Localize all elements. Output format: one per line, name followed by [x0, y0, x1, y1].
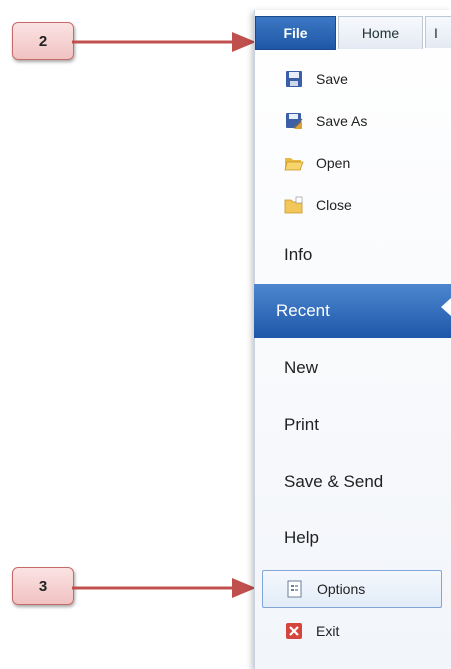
- nav-info[interactable]: Info: [262, 233, 451, 277]
- arrow-to-options: [72, 578, 256, 598]
- menu-exit[interactable]: Exit: [262, 614, 442, 648]
- step-3-callout: 3: [12, 567, 74, 605]
- step-2-callout: 2: [12, 22, 74, 60]
- menu-open[interactable]: Open: [262, 146, 442, 180]
- step-2-label: 2: [38, 32, 48, 50]
- ribbon-tabs: File Home I: [254, 14, 451, 50]
- tab-file[interactable]: File: [255, 16, 336, 50]
- nav-new[interactable]: New: [262, 346, 451, 390]
- step-3-label: 3: [38, 577, 48, 595]
- selected-indicator: [441, 298, 451, 316]
- menu-exit-label: Exit: [316, 623, 340, 639]
- tab-insert-partial[interactable]: I: [425, 16, 451, 48]
- nav-save-send[interactable]: Save & Send: [262, 460, 451, 504]
- nav-print[interactable]: Print: [262, 403, 451, 447]
- save-as-icon: [284, 111, 304, 131]
- options-icon: [285, 579, 305, 599]
- close-folder-icon: [284, 195, 304, 215]
- menu-close-label: Close: [316, 197, 352, 213]
- nav-help[interactable]: Help: [262, 516, 451, 560]
- menu-options-label: Options: [317, 581, 366, 597]
- menu-open-label: Open: [316, 155, 351, 171]
- save-icon: [284, 69, 304, 89]
- tab-home[interactable]: Home: [338, 16, 423, 49]
- arrow-to-file-tab: [72, 32, 256, 52]
- menu-options[interactable]: Options: [262, 570, 442, 608]
- menu-save-as-label: Save As: [316, 113, 368, 129]
- menu-close[interactable]: Close: [262, 188, 442, 222]
- exit-icon: [284, 621, 304, 641]
- menu-save-label: Save: [316, 71, 348, 87]
- menu-save[interactable]: Save: [262, 62, 442, 96]
- open-folder-icon: [284, 153, 304, 173]
- nav-recent[interactable]: Recent: [254, 284, 451, 338]
- nav-recent-label: Recent: [276, 301, 330, 320]
- menu-save-as[interactable]: Save As: [262, 104, 442, 138]
